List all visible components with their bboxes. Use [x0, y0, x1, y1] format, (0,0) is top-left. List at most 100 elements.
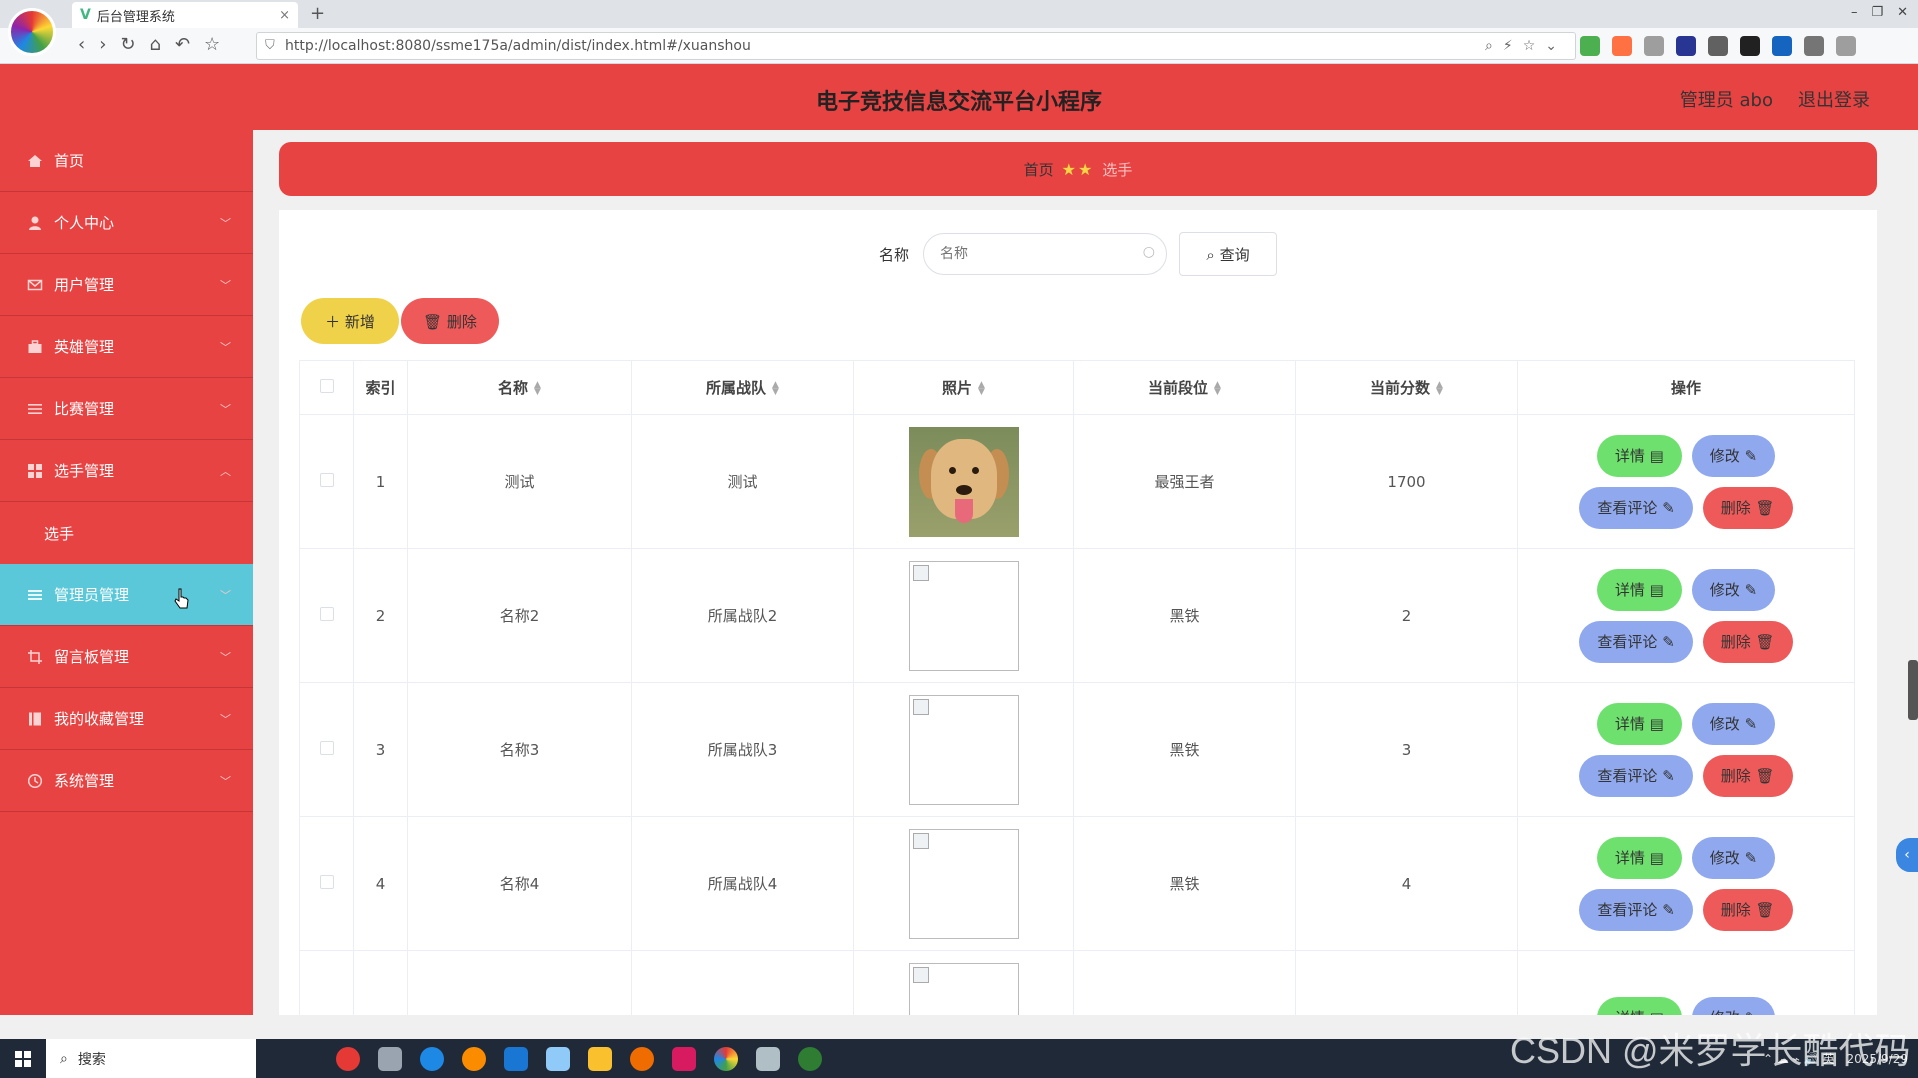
player-photo[interactable] — [908, 560, 1019, 671]
sidebar-item-matches[interactable]: 比赛管理 ﹀ — [0, 378, 253, 440]
edit-button[interactable]: 修改 ✎ — [1691, 434, 1776, 477]
download-icon[interactable] — [1708, 36, 1728, 56]
app-icon[interactable] — [336, 1046, 360, 1071]
add-button[interactable]: ＋ 新增 — [301, 298, 399, 344]
detail-button[interactable]: 详情 ▤ — [1596, 434, 1682, 477]
extension-icon[interactable] — [1772, 36, 1792, 56]
sort-icon[interactable]: ▲ ▼ — [772, 380, 779, 396]
sidebar-item-heroes[interactable]: 英雄管理 ﹀ — [0, 316, 253, 378]
row-checkbox[interactable] — [319, 606, 334, 621]
forward-icon[interactable]: › — [99, 34, 106, 55]
delete-button[interactable]: 删除 🗑 — [1702, 754, 1793, 797]
app-icon[interactable] — [756, 1046, 780, 1071]
delete-button[interactable]: 删除 🗑 — [1702, 620, 1793, 663]
ide-icon[interactable] — [672, 1046, 696, 1071]
sidebar-item-users[interactable]: 用户管理 ﹀ — [0, 254, 253, 316]
search-input[interactable] — [923, 233, 1167, 275]
start-button[interactable] — [0, 1039, 46, 1078]
edge-icon[interactable] — [420, 1046, 444, 1071]
undo-icon[interactable]: ↶ — [175, 34, 190, 55]
player-photo[interactable] — [908, 426, 1019, 537]
task-view-icon[interactable] — [378, 1046, 402, 1071]
sidebar-item-system[interactable]: 系统管理 ﹀ — [0, 750, 253, 812]
home-browser-icon[interactable]: ⌂ — [150, 34, 161, 55]
extension-icon[interactable] — [1580, 36, 1600, 56]
extension-icon[interactable] — [1644, 36, 1664, 56]
col-photo[interactable]: 照片 ▲ ▼ — [853, 360, 1074, 415]
sort-icon[interactable]: ▲ ▼ — [534, 380, 541, 396]
bookmark-icon[interactable]: ☆ — [204, 34, 220, 55]
extension-icon[interactable] — [1740, 36, 1760, 56]
detail-button[interactable]: 详情 ▤ — [1596, 702, 1682, 745]
col-score[interactable]: 当前分数 ▲ ▼ — [1295, 360, 1518, 415]
view-comments-button[interactable]: 查看评论 ✎ — [1579, 754, 1693, 797]
query-button[interactable]: ⌕ 查询 — [1179, 232, 1277, 276]
sidebar-item-home[interactable]: 首页 — [0, 130, 253, 192]
url-field[interactable]: ⛉ http://localhost:8080/ssme175a/admin/d… — [256, 32, 1576, 60]
logout-link[interactable]: 退出登录 — [1798, 86, 1870, 112]
search-app-icon[interactable] — [462, 1046, 486, 1071]
row-checkbox[interactable] — [319, 472, 334, 487]
batch-delete-button[interactable]: 🗑 删除 — [401, 298, 499, 344]
app-icon[interactable] — [504, 1046, 528, 1071]
col-name[interactable]: 名称 ▲ ▼ — [407, 360, 632, 415]
window-close-icon[interactable]: ✕ — [1897, 5, 1908, 20]
delete-button[interactable]: 删除 🗑 — [1702, 486, 1793, 529]
minimize-icon[interactable]: – — [1851, 5, 1858, 20]
new-tab-button[interactable]: + — [310, 3, 325, 24]
col-team[interactable]: 所属战队 ▲ ▼ — [631, 360, 854, 415]
app-icon[interactable] — [630, 1046, 654, 1071]
player-photo[interactable] — [908, 962, 1019, 1015]
row-checkbox[interactable] — [319, 874, 334, 889]
select-all-checkbox[interactable] — [319, 378, 334, 393]
cell-actions: 详情 ▤ 修改 ✎ 查看评论 ✎ 删除 🗑 — [1517, 816, 1855, 951]
player-photo[interactable] — [908, 694, 1019, 805]
chevron-left-icon[interactable]: ‹ — [1896, 838, 1918, 872]
edit-button[interactable]: 修改 ✎ — [1691, 836, 1776, 879]
view-comments-button[interactable]: 查看评论 ✎ — [1579, 620, 1693, 663]
page-scrollbar[interactable] — [1908, 660, 1918, 720]
reload-icon[interactable]: ↻ — [120, 34, 135, 55]
extension-icon[interactable] — [1612, 36, 1632, 56]
edit-button[interactable]: 修改 ✎ — [1691, 568, 1776, 611]
detail-button[interactable]: 详情 ▤ — [1596, 996, 1682, 1015]
folder-icon[interactable] — [588, 1046, 612, 1071]
sidebar-item-favorites[interactable]: 我的收藏管理 ﹀ — [0, 688, 253, 750]
sort-icon[interactable]: ▲ ▼ — [978, 380, 985, 396]
col-rank[interactable]: 当前段位 ▲ ▼ — [1073, 360, 1296, 415]
edit-button[interactable]: 修改 ✎ — [1691, 996, 1776, 1015]
row-checkbox[interactable] — [319, 740, 334, 755]
sort-icon[interactable]: ▲ ▼ — [1436, 380, 1443, 396]
close-icon[interactable]: × — [279, 8, 290, 23]
view-comments-button[interactable]: 查看评论 ✎ — [1579, 486, 1693, 529]
wechat-icon[interactable] — [798, 1046, 822, 1071]
browser-tab[interactable]: V 后台管理系统 × — [72, 2, 298, 28]
breadcrumb-home[interactable]: 首页 — [1024, 159, 1054, 180]
col-team-label: 所属战队 — [706, 379, 767, 397]
player-photo[interactable] — [908, 828, 1019, 939]
sidebar-item-players[interactable]: 选手管理 ︿ — [0, 440, 253, 502]
table-row: 3 名称3 所属战队3 黑铁 3 详情 ▤ 修改 ✎ 查看评论 ✎ 删除 🗑 — [299, 682, 1855, 817]
sidebar-item-messages[interactable]: 留言板管理 ﹀ — [0, 626, 253, 688]
sidebar-subitem-player[interactable]: 选手 — [0, 502, 253, 564]
scissors-icon[interactable] — [1804, 36, 1824, 56]
sort-icon[interactable]: ▲ ▼ — [1214, 380, 1221, 396]
edit-button[interactable]: 修改 ✎ — [1691, 702, 1776, 745]
back-icon[interactable]: ‹ — [78, 34, 85, 55]
menu-browser-icon[interactable] — [1836, 36, 1856, 56]
detail-button[interactable]: 详情 ▤ — [1596, 568, 1682, 611]
app-icon[interactable] — [546, 1046, 570, 1071]
url-tools-icons[interactable]: ⌕⚡☆⌄ — [1485, 33, 1567, 59]
taskbar-search[interactable]: ⌕ 搜索 — [46, 1039, 256, 1078]
sidebar-item-profile[interactable]: 个人中心 ﹀ — [0, 192, 253, 254]
row-actions-line: 详情 ▤ 修改 ✎ — [1596, 434, 1776, 477]
sidebar-item-label: 管理员管理 — [54, 586, 130, 604]
sidebar-item-admins[interactable]: 管理员管理 ﹀ — [0, 564, 253, 626]
delete-button[interactable]: 删除 🗑 — [1702, 888, 1793, 931]
restore-icon[interactable]: ❐ — [1871, 5, 1883, 20]
cell-actions: 详情 ▤ 修改 ✎ — [1517, 950, 1855, 1015]
view-comments-button[interactable]: 查看评论 ✎ — [1579, 888, 1693, 931]
browser-icon[interactable] — [714, 1046, 738, 1071]
detail-button[interactable]: 详情 ▤ — [1596, 836, 1682, 879]
extension-icon[interactable] — [1676, 36, 1696, 56]
